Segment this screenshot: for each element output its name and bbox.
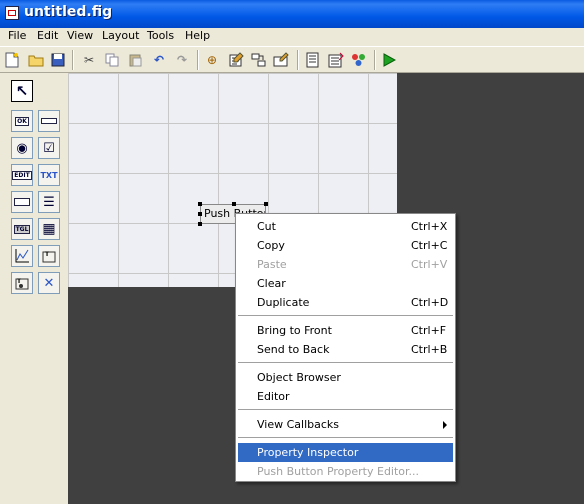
tab-order-editor-icon[interactable] — [250, 51, 268, 69]
push-button-tool-icon[interactable]: OK — [11, 110, 33, 132]
context-menu-item-clear[interactable]: Clear — [238, 274, 453, 293]
menu-separator — [238, 437, 453, 438]
menu-item-label: Send to Back — [257, 343, 330, 356]
run-icon[interactable] — [380, 51, 398, 69]
menu-item-label: View Callbacks — [257, 418, 340, 431]
listbox-tool-icon[interactable]: ☰ — [38, 191, 60, 213]
matlab-figure-icon — [5, 6, 19, 20]
menu-separator — [238, 315, 453, 316]
context-menu-item-editor[interactable]: Editor — [238, 387, 453, 406]
title-bar[interactable]: untitled.fig — [0, 0, 584, 28]
context-menu: Cut Ctrl+X Copy Ctrl+C Paste Ctrl+V Clea… — [235, 213, 456, 482]
static-text-tool-icon[interactable]: TXT — [38, 164, 60, 186]
context-menu-item-cut[interactable]: Cut Ctrl+X — [238, 217, 453, 236]
toolbar-separator — [72, 50, 73, 70]
select-tool-icon[interactable]: ↖ — [11, 80, 33, 102]
context-menu-item-property-inspector[interactable]: Property Inspector — [238, 443, 453, 462]
context-menu-item-view-callbacks[interactable]: View Callbacks — [238, 415, 453, 434]
save-icon[interactable] — [49, 51, 67, 69]
new-file-icon[interactable] — [3, 51, 21, 69]
component-palette: ↖ OK ◉ ☑ EDIT TXT ☰ TGL ▦ T T ✕ — [0, 73, 68, 504]
menu-item-shortcut: Ctrl+V — [411, 258, 448, 271]
context-menu-item-object-browser[interactable]: Object Browser — [238, 368, 453, 387]
context-menu-item-paste[interactable]: Paste Ctrl+V — [238, 255, 453, 274]
property-inspector-icon[interactable] — [327, 51, 345, 69]
open-folder-icon[interactable] — [27, 51, 45, 69]
menu-help[interactable]: Help — [185, 29, 210, 42]
menu-item-shortcut: Ctrl+B — [411, 343, 448, 356]
menu-layout[interactable]: Layout — [102, 29, 139, 42]
cut-icon[interactable]: ✂ — [80, 51, 98, 69]
menu-item-label: Push Button Property Editor... — [257, 465, 420, 478]
selection-handle[interactable] — [264, 202, 268, 206]
selection-handle[interactable] — [198, 212, 202, 216]
menu-separator — [238, 409, 453, 410]
toolbar-separator — [297, 50, 298, 70]
slider-tool-icon[interactable] — [38, 110, 60, 132]
edit-text-tool-icon[interactable]: EDIT — [11, 164, 33, 186]
menu-separator — [238, 362, 453, 363]
menu-item-label: Editor — [257, 390, 290, 403]
context-menu-item-bring-to-front[interactable]: Bring to Front Ctrl+F — [238, 321, 453, 340]
window-title: untitled.fig — [24, 4, 113, 20]
paste-icon[interactable] — [126, 51, 144, 69]
menu-item-label: Paste — [257, 258, 287, 271]
menu-bar: File Edit View Layout Tools Help — [0, 28, 584, 46]
context-menu-item-send-to-back[interactable]: Send to Back Ctrl+B — [238, 340, 453, 359]
panel-tool-icon[interactable]: T — [38, 245, 60, 267]
menu-item-shortcut: Ctrl+X — [411, 220, 448, 233]
selection-handle[interactable] — [232, 202, 236, 206]
toolbar-separator — [197, 50, 198, 70]
activex-tool-icon[interactable]: ✕ — [38, 272, 60, 294]
undo-icon[interactable]: ↶ — [150, 51, 168, 69]
menu-editor-icon[interactable] — [227, 51, 245, 69]
menu-item-label: Object Browser — [257, 371, 341, 384]
table-tool-icon[interactable]: ▦ — [38, 218, 60, 240]
menu-view[interactable]: View — [67, 29, 93, 42]
popup-menu-tool-icon[interactable] — [11, 191, 33, 213]
copy-icon[interactable] — [103, 51, 121, 69]
menu-edit[interactable]: Edit — [37, 29, 58, 42]
toolbar-editor-icon[interactable] — [272, 51, 290, 69]
selection-handle[interactable] — [198, 202, 202, 206]
menu-item-label: Clear — [257, 277, 286, 290]
object-browser-icon[interactable] — [350, 51, 368, 69]
checkbox-tool-icon[interactable]: ☑ — [38, 137, 60, 159]
menu-tools[interactable]: Tools — [147, 29, 174, 42]
toggle-button-tool-icon[interactable]: TGL — [11, 218, 33, 240]
menu-item-shortcut: Ctrl+D — [411, 296, 449, 309]
selection-handle[interactable] — [198, 222, 202, 226]
context-menu-item-duplicate[interactable]: Duplicate Ctrl+D — [238, 293, 453, 312]
toolbar-separator — [374, 50, 375, 70]
menu-item-shortcut: Ctrl+C — [411, 239, 448, 252]
menu-item-label: Cut — [257, 220, 276, 233]
button-group-tool-icon[interactable]: T — [11, 272, 33, 294]
menu-item-label: Property Inspector — [257, 446, 359, 459]
menu-item-label: Duplicate — [257, 296, 310, 309]
menu-file[interactable]: File — [8, 29, 26, 42]
menu-item-shortcut: Ctrl+F — [411, 324, 447, 337]
align-objects-icon[interactable]: ⊕ — [203, 51, 221, 69]
menu-item-label: Copy — [257, 239, 285, 252]
context-menu-item-copy[interactable]: Copy Ctrl+C — [238, 236, 453, 255]
menu-item-label: Bring to Front — [257, 324, 332, 337]
submenu-arrow-icon — [443, 421, 447, 429]
toolbar: ✂ ↶ ↷ ⊕ — [0, 46, 584, 73]
redo-icon[interactable]: ↷ — [173, 51, 191, 69]
m-file-editor-icon[interactable] — [304, 51, 322, 69]
radio-button-tool-icon[interactable]: ◉ — [11, 137, 33, 159]
axes-tool-icon[interactable] — [11, 245, 33, 267]
context-menu-item-push-button-property-editor[interactable]: Push Button Property Editor... — [238, 462, 453, 481]
